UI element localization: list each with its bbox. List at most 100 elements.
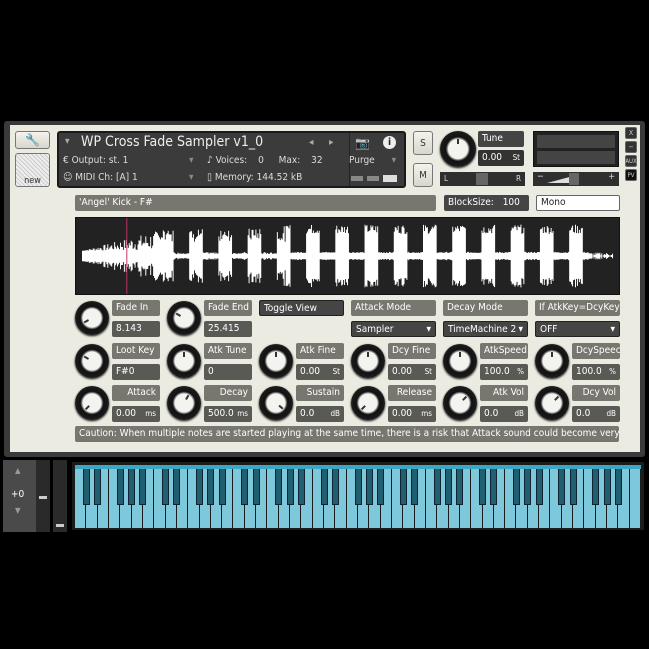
solo-button[interactable]: S — [413, 131, 433, 155]
black-key[interactable] — [365, 465, 373, 505]
black-key[interactable] — [94, 465, 102, 505]
black-key[interactable] — [558, 465, 566, 505]
black-key[interactable] — [207, 465, 215, 505]
sustain-knob[interactable] — [259, 386, 293, 420]
dcy-fine-value[interactable]: 0.00 St — [388, 364, 436, 380]
octave-up-icon[interactable]: ▲ — [15, 466, 21, 475]
black-key[interactable] — [286, 465, 294, 505]
black-key[interactable] — [614, 465, 622, 505]
black-key[interactable] — [162, 465, 170, 505]
atkspeed-value[interactable]: 100.0% — [480, 364, 528, 380]
atk-vol-value[interactable]: 0.0 dB — [480, 406, 528, 422]
black-key[interactable] — [297, 465, 305, 505]
black-key[interactable] — [603, 465, 611, 505]
dcy-vol-value[interactable]: 0.0 dB — [572, 406, 620, 422]
toggle-view-button[interactable]: Toggle View — [259, 300, 344, 316]
pan-slider[interactable]: LR — [440, 172, 525, 186]
black-key[interactable] — [173, 465, 181, 505]
atk-fine-value[interactable]: 0.00 St — [296, 364, 344, 380]
white-key[interactable] — [629, 465, 640, 528]
dcy-fine-knob[interactable] — [351, 344, 385, 378]
waveform-display[interactable] — [75, 217, 620, 295]
attack-value[interactable]: 0.00 ms — [112, 406, 160, 422]
minimize-button[interactable]: − — [625, 141, 637, 153]
close-button[interactable]: X — [625, 127, 637, 139]
black-key[interactable] — [252, 465, 260, 505]
volume-handle[interactable] — [569, 173, 579, 185]
prev-icon[interactable]: ◂ — [309, 137, 314, 148]
atk-vol-knob[interactable] — [443, 386, 477, 420]
black-key[interactable] — [331, 465, 339, 505]
dcyspeec-value[interactable]: 100.0% — [572, 364, 620, 380]
pan-handle[interactable] — [476, 173, 488, 185]
mode-dropdown[interactable]: Sampler — [351, 321, 436, 337]
pitch-wheel[interactable] — [36, 460, 50, 532]
camera-icon[interactable]: 📷 — [355, 136, 370, 150]
atk-tune-knob[interactable] — [167, 344, 201, 378]
next-icon[interactable]: ▸ — [329, 137, 334, 148]
black-key[interactable] — [479, 465, 487, 505]
black-key[interactable] — [592, 465, 600, 505]
pv-button[interactable]: PV — [625, 169, 637, 181]
black-key[interactable] — [535, 465, 543, 505]
mode-dropdown[interactable]: OFF — [535, 321, 620, 337]
black-key[interactable] — [196, 465, 204, 505]
mute-button[interactable]: M — [413, 163, 433, 187]
black-key[interactable] — [82, 465, 90, 505]
black-key[interactable] — [399, 465, 407, 505]
black-key[interactable] — [512, 465, 520, 505]
octave-down-icon[interactable]: ▼ — [15, 506, 21, 515]
black-key[interactable] — [354, 465, 362, 505]
fade-end-knob[interactable] — [167, 301, 201, 335]
decay-knob[interactable] — [167, 386, 201, 420]
black-key[interactable] — [569, 465, 577, 505]
black-key[interactable] — [411, 465, 419, 505]
black-key[interactable] — [524, 465, 532, 505]
black-key[interactable] — [445, 465, 453, 505]
black-key[interactable] — [320, 465, 328, 505]
atk-fine-knob[interactable] — [259, 344, 293, 378]
info-icon[interactable]: i — [383, 136, 396, 149]
loot-key-knob[interactable] — [75, 344, 109, 378]
volume-slider[interactable]: − + — [533, 172, 619, 186]
black-key[interactable] — [241, 465, 249, 505]
release-knob[interactable] — [351, 386, 385, 420]
black-key[interactable] — [116, 465, 124, 505]
black-key[interactable] — [139, 465, 147, 505]
fade-end-value[interactable]: 25.415 — [204, 321, 252, 337]
collapse-icon[interactable]: ▾ — [65, 136, 70, 147]
release-value[interactable]: 0.00 ms — [388, 406, 436, 422]
mode-dropdown[interactable]: TimeMachine 2 — [443, 321, 528, 337]
midi-dropdown-icon[interactable]: ▾ — [189, 172, 194, 183]
new-button[interactable]: new — [15, 153, 50, 187]
black-key[interactable] — [456, 465, 464, 505]
aux-button[interactable]: AUX — [625, 155, 637, 167]
tune-value[interactable]: 0.00 St — [478, 150, 524, 166]
fade-in-value[interactable]: 8.143 — [112, 321, 160, 337]
black-key[interactable] — [433, 465, 441, 505]
black-key[interactable] — [377, 465, 385, 505]
mod-wheel[interactable] — [53, 460, 67, 532]
attack-knob[interactable] — [75, 386, 109, 420]
atk-tune-value[interactable]: 0 — [204, 364, 252, 380]
black-key[interactable] — [128, 465, 136, 505]
midi-channel-selector[interactable]: ☺ MIDI Ch: [A] 1 — [63, 172, 138, 183]
blocksize-field[interactable]: BlockSize: 100 — [444, 195, 529, 211]
black-key[interactable] — [275, 465, 283, 505]
settings-button[interactable]: 🔧 — [15, 131, 50, 149]
sustain-value[interactable]: 0.0 dB — [296, 406, 344, 422]
black-key[interactable] — [218, 465, 226, 505]
tune-knob[interactable] — [440, 131, 476, 167]
atkspeed-knob[interactable] — [443, 344, 477, 378]
decay-value[interactable]: 500.0 ms — [204, 406, 252, 422]
loot-key-value[interactable]: F#0 — [112, 364, 160, 380]
dcy-vol-knob[interactable] — [535, 386, 569, 420]
piano-keyboard[interactable] — [72, 462, 644, 530]
black-key[interactable] — [490, 465, 498, 505]
output-dropdown-icon[interactable]: ▾ — [189, 155, 194, 166]
purge-menu[interactable]: Purge ▾ — [349, 155, 396, 166]
output-selector[interactable]: € Output: st. 1 — [63, 155, 128, 166]
fade-in-knob[interactable] — [75, 301, 109, 335]
mode-field[interactable]: Mono — [536, 195, 620, 211]
dcyspeec-knob[interactable] — [535, 344, 569, 378]
